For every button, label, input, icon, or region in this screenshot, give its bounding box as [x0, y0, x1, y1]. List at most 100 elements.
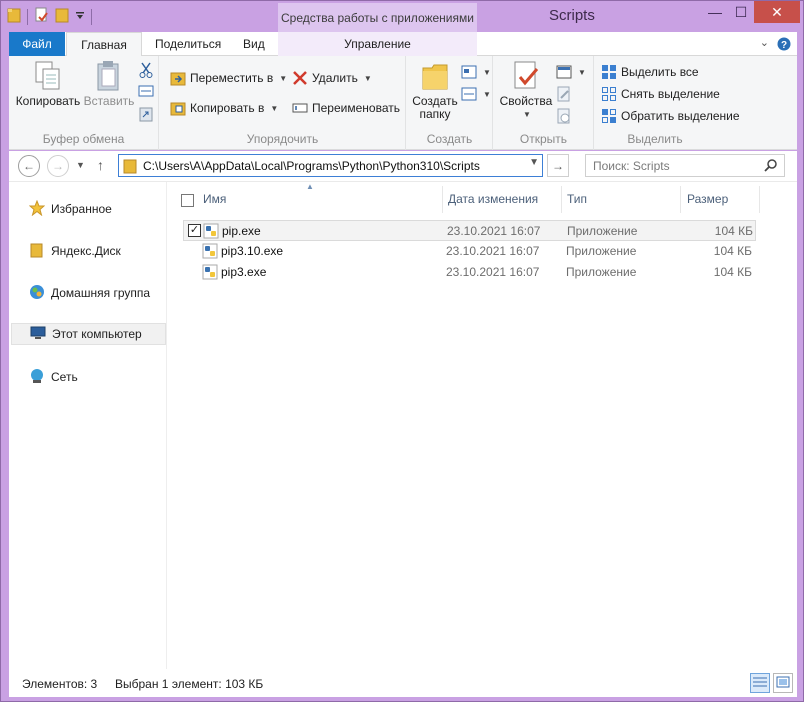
new-item-icon[interactable]: ▼: [461, 64, 491, 80]
selection-info: Выбран 1 элемент: 103 КБ: [115, 677, 264, 691]
nav-item-label: Сеть: [51, 370, 78, 384]
paste-button[interactable]: Вставить: [83, 60, 135, 108]
edit-icon[interactable]: [556, 86, 572, 102]
address-path: C:\Users\A\AppData\Local\Programs\Python…: [143, 158, 480, 173]
history-icon[interactable]: [556, 108, 572, 124]
file-size: 104 КБ: [713, 265, 752, 279]
file-name: pip3.10.exe: [221, 244, 284, 258]
nav-item-favorites[interactable]: Избранное: [11, 198, 166, 220]
properties-button[interactable]: Свойства ▼: [498, 60, 554, 121]
minimize-icon: —: [708, 4, 722, 20]
up-arrow-icon[interactable]: ↑: [97, 157, 104, 173]
details-view-icon: [753, 676, 767, 691]
close-button[interactable]: ✕: [754, 1, 800, 23]
recent-locations-icon[interactable]: ▼: [76, 160, 85, 170]
organize-group-label: Упорядочить: [246, 132, 319, 146]
move-to-label: Переместить в: [190, 71, 274, 85]
python-exe-icon: [202, 243, 218, 262]
column-header-type[interactable]: Тип: [561, 186, 681, 213]
maximize-button[interactable]: ☐: [728, 1, 754, 23]
ribbon-tabs: Файл Главная Поделиться Вид Управление ⌄…: [9, 32, 797, 57]
back-button[interactable]: ←: [18, 155, 40, 177]
status-bar: Элементов: 3 Выбран 1 элемент: 103 КБ: [9, 669, 797, 697]
copy-icon: [33, 60, 63, 92]
properties-icon[interactable]: [34, 7, 49, 26]
organize-group: Переместить в ▼ Копировать в ▼ Удалить ▼ Пе…: [160, 56, 406, 150]
easy-access-dropdown-icon: ▼: [483, 89, 491, 99]
invert-selection-button[interactable]: Обратить выделение: [601, 108, 740, 124]
clipboard-group-label: Буфер обмена: [42, 132, 125, 146]
copy-button[interactable]: Копировать: [15, 60, 81, 108]
paste-shortcut-icon[interactable]: [139, 106, 153, 122]
column-header-name[interactable]: Имя: [197, 186, 443, 213]
table-row[interactable]: ✓ pip.exe 23.10.2021 16:07 Приложение 10…: [183, 220, 756, 241]
computer-icon: [30, 325, 46, 344]
select-none-button[interactable]: Снять выделение: [601, 86, 720, 102]
rename-button[interactable]: Переименовать: [292, 100, 400, 116]
large-icons-view-icon: [776, 676, 790, 691]
easy-access-icon[interactable]: ▼: [461, 86, 491, 102]
column-header-size[interactable]: Размер: [681, 186, 760, 213]
file-date: 23.10.2021 16:07: [446, 244, 540, 258]
open-icon[interactable]: ▼: [556, 64, 586, 80]
paste-label: Вставить: [83, 94, 135, 108]
minimize-button[interactable]: —: [702, 1, 728, 23]
tab-home[interactable]: Главная: [66, 32, 142, 57]
rename-icon: [292, 100, 308, 116]
properties-dropdown-icon: ▼: [523, 110, 531, 119]
select-all-checkbox[interactable]: [181, 194, 194, 207]
table-row[interactable]: pip3.exe 23.10.2021 16:07 Приложение 104…: [183, 262, 756, 283]
new-folder-button[interactable]: Создать папку: [411, 60, 459, 121]
copy-label: Копировать: [15, 94, 81, 108]
select-group: Выделить все Снять выделение Обратить вы…: [595, 56, 755, 150]
search-placeholder: Поиск: Scripts: [593, 158, 670, 173]
python-exe-icon: [203, 223, 219, 242]
go-button[interactable]: →: [547, 154, 569, 177]
qat-dropdown-icon[interactable]: [75, 10, 85, 24]
invert-selection-icon: [601, 108, 617, 124]
cut-icon[interactable]: [139, 62, 153, 78]
search-icon[interactable]: [764, 158, 778, 175]
folder-icon[interactable]: [7, 7, 21, 26]
nav-item-label: Яндекс.Диск: [51, 244, 121, 258]
copy-folder-icon: [170, 100, 186, 116]
move-to-dropdown-icon: ▼: [279, 73, 288, 83]
clipboard-icon: [94, 60, 124, 92]
copy-to-button[interactable]: Копировать в ▼: [170, 100, 278, 116]
move-to-button[interactable]: Переместить в ▼: [170, 70, 287, 86]
file-size: 104 КБ: [714, 224, 753, 238]
nav-item-homegroup[interactable]: Домашняя группа: [11, 282, 166, 304]
new-group: Создать папку ▼ ▼ Создать: [407, 56, 493, 150]
star-icon: [28, 199, 46, 219]
tab-file[interactable]: Файл: [9, 32, 65, 56]
help-icon[interactable]: ?: [777, 37, 791, 54]
nav-item-yandex-disk[interactable]: Яндекс.Диск: [11, 240, 166, 262]
file-list: ▲ Имя Дата изменения Тип Размер ✓ pip.ex…: [169, 182, 797, 670]
table-row[interactable]: pip3.10.exe 23.10.2021 16:07 Приложение …: [183, 241, 756, 262]
navigation-bar: ← → ▼ ↑ C:\Users\A\AppData\Local\Program…: [9, 151, 797, 181]
ribbon-expand-icon[interactable]: ⌄: [760, 36, 769, 49]
column-header-date[interactable]: Дата изменения: [442, 186, 562, 213]
select-all-button[interactable]: Выделить все: [601, 64, 699, 80]
row-checkbox[interactable]: ✓: [188, 224, 201, 237]
properties-icon: [511, 60, 541, 92]
file-type: Приложение: [567, 224, 638, 238]
address-dropdown-icon[interactable]: ▼: [529, 157, 539, 168]
nav-item-this-pc[interactable]: Этот компьютер: [11, 323, 166, 345]
tab-share[interactable]: Поделиться: [143, 32, 233, 56]
forward-button[interactable]: →: [47, 155, 69, 177]
maximize-icon: ☐: [734, 3, 748, 20]
content-area: Избранное Яндекс.Диск Домашняя группа Эт…: [9, 181, 797, 670]
copy-path-icon[interactable]: [138, 84, 154, 98]
delete-button[interactable]: Удалить ▼: [292, 70, 372, 86]
tab-manage[interactable]: Управление: [278, 32, 477, 56]
details-view-button[interactable]: [750, 673, 770, 693]
tab-view[interactable]: Вид: [231, 32, 277, 56]
nav-item-label: Этот компьютер: [52, 327, 142, 341]
new-folder-icon[interactable]: [55, 7, 69, 26]
large-icons-view-button[interactable]: [773, 673, 793, 693]
address-bar[interactable]: C:\Users\A\AppData\Local\Programs\Python…: [118, 154, 543, 177]
search-box[interactable]: Поиск: Scripts: [585, 154, 785, 177]
nav-item-network[interactable]: Сеть: [11, 366, 166, 388]
select-none-label: Снять выделение: [621, 87, 720, 101]
